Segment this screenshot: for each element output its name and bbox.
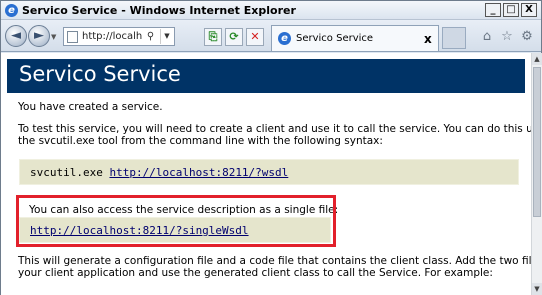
command-text: svcutil.exe	[30, 166, 110, 179]
navigation-bar: ◄ ► ▼ http://localhost:82: ⚲ ▼ ⎘ ⟳ ✕ e S…	[1, 20, 541, 52]
ie-logo-icon: e	[5, 4, 18, 17]
instructions-line-2: the svcutil.exe tool from the command li…	[18, 135, 383, 147]
page-icon	[67, 31, 78, 43]
address-input[interactable]: http://localhost:82:	[82, 31, 142, 42]
search-icon[interactable]: ⚲	[143, 29, 158, 44]
address-dropdown-icon[interactable]: ▼	[160, 29, 173, 44]
scroll-down-arrow-icon[interactable]: ▼	[532, 283, 542, 295]
page-content: Servico Service You have created a servi…	[1, 53, 531, 295]
page-header: Servico Service	[7, 59, 525, 93]
generate-config-line-2: your client application and use the gene…	[18, 267, 493, 279]
wsdl-link[interactable]: http://localhost:8211/?wsdl	[109, 166, 288, 179]
tab-close-button[interactable]: x	[424, 32, 432, 46]
back-button[interactable]: ◄	[5, 25, 27, 47]
recent-pages-dropdown-icon[interactable]: ▼	[51, 33, 56, 41]
gear-icon[interactable]: ⚙	[519, 29, 535, 45]
refresh-button[interactable]: ⟳	[225, 28, 243, 46]
page-title: Servico Service	[19, 62, 181, 86]
window-title: Servico Service - Windows Internet Explo…	[22, 4, 296, 17]
title-bar[interactable]: e Servico Service - Windows Internet Exp…	[1, 1, 541, 20]
browser-window: e Servico Service - Windows Internet Exp…	[0, 0, 542, 295]
new-tab-button[interactable]	[442, 27, 466, 49]
address-bar[interactable]: http://localhost:82: ⚲ ▼	[63, 27, 175, 46]
scroll-up-arrow-icon[interactable]: ▲	[532, 53, 542, 65]
compatibility-view-button[interactable]: ⎘	[204, 28, 222, 46]
tab-servico-service[interactable]: e Servico Service x	[271, 25, 439, 51]
star-icon[interactable]: ☆	[499, 29, 515, 45]
red-highlight-box	[16, 195, 336, 247]
svcutil-command: svcutil.exe http://localhost:8211/?wsdl	[30, 166, 288, 179]
close-button[interactable]: X	[521, 3, 537, 17]
maximize-button[interactable]: □	[503, 3, 519, 17]
home-icon[interactable]: ⌂	[479, 29, 495, 45]
code-block-wsdl: svcutil.exe http://localhost:8211/?wsdl	[19, 159, 519, 185]
intro-text: You have created a service.	[18, 101, 163, 113]
stop-button[interactable]: ✕	[246, 28, 264, 46]
forward-button[interactable]: ►	[28, 25, 50, 47]
tab-label: Servico Service	[296, 33, 374, 44]
vertical-scrollbar[interactable]: ▲ ▼	[531, 53, 542, 295]
ie-page-icon: e	[278, 32, 291, 45]
minimize-button[interactable]: _	[485, 3, 501, 17]
scrollbar-thumb[interactable]	[533, 67, 541, 217]
